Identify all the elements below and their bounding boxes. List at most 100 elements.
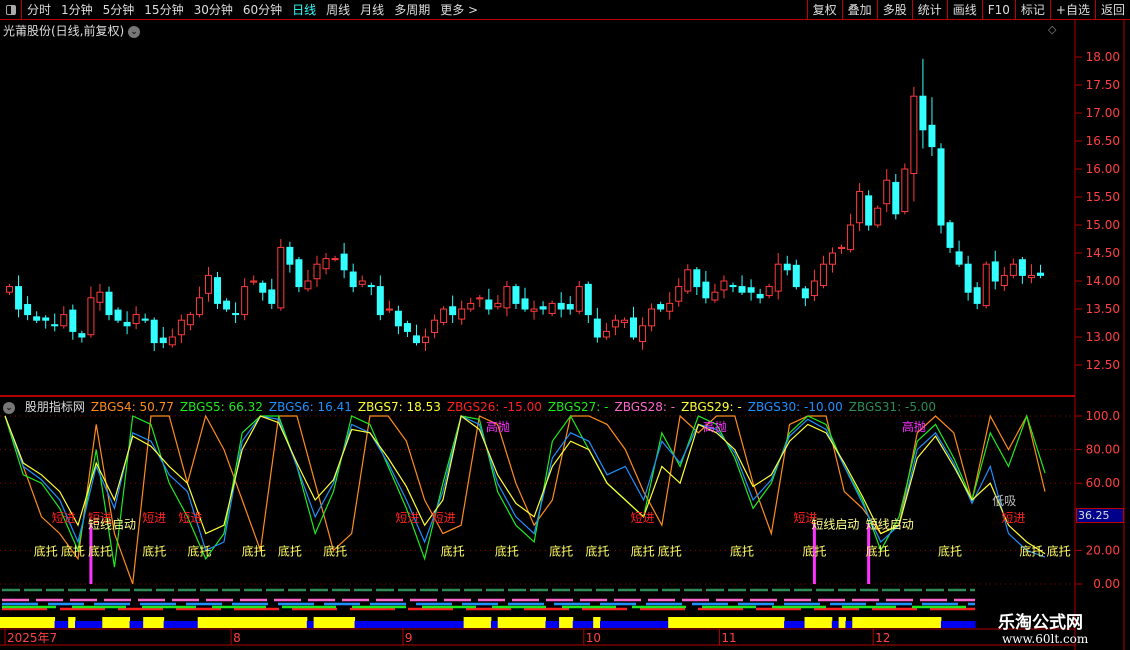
candle [928,124,936,148]
signal-label: 底托 [938,543,962,558]
candle [295,259,303,288]
candle [259,282,267,293]
price-tick-label: 13.50 [1086,302,1120,316]
indicator-tick-label: 20.00 [1086,543,1120,557]
candle [186,314,194,326]
state-bar [375,621,383,628]
state-bar [27,617,35,628]
candle [69,309,77,332]
state-bar [456,621,465,628]
state-bar [313,617,321,628]
state-bar [634,621,642,628]
candle [946,222,954,248]
state-bar [177,621,185,628]
state-bar [136,621,144,628]
state-bar [211,617,219,628]
indicator-name: 股朋指标网 [24,400,85,414]
candle [78,333,86,338]
state-bar [368,621,376,628]
state-bar [715,617,724,628]
state-bar [443,621,451,628]
state-bar [388,621,396,628]
state-bar [600,621,608,628]
state-bar [940,621,949,628]
candle [6,286,14,293]
state-bar [497,617,506,628]
state-bar [279,617,287,628]
candle [494,302,502,308]
indicator-value: ZBGS6: 16.41 [268,400,352,414]
candle [467,302,475,310]
candle [503,286,511,309]
state-bar [790,621,799,628]
signal-label: 底托 [631,543,655,558]
state-bar [859,617,867,628]
candle [1027,274,1035,279]
state-bar [736,617,744,628]
state-bar [620,621,628,628]
candle [557,302,565,310]
state-bar [88,621,96,628]
candle [15,286,23,310]
candle [449,306,457,316]
indicator-value: ZBGS30: -10.00 [747,400,843,414]
state-bar [470,617,478,628]
state-bar [661,621,669,628]
state-bar [688,617,696,628]
state-bar [961,621,969,628]
state-bar [750,617,758,628]
candle [141,318,149,321]
state-bar [225,617,233,628]
state-bar [184,621,192,628]
candle [964,263,972,293]
state-bar [436,621,444,628]
dropdown-icon[interactable]: ⌄ [3,401,15,414]
state-bar [361,621,369,628]
state-bar [218,617,226,628]
state-bar [129,621,137,628]
candle [1009,263,1017,276]
candle [51,324,59,327]
indicator-tick-label: 60.00 [1086,476,1120,490]
candle [42,317,50,321]
signal-label: 底托 [802,543,826,558]
signal-label: 底托 [142,543,166,558]
candle [901,168,909,213]
candle [711,291,719,301]
state-bar [272,617,281,628]
state-bar [252,617,260,628]
candle [657,304,665,310]
state-bar [811,617,819,628]
state-bar [627,621,635,628]
state-bar [150,617,158,628]
candle [150,319,158,344]
signal-label: 底托 [88,543,112,558]
signal-label: 底托 [549,543,573,558]
state-bar [122,617,131,628]
state-bar [204,617,212,628]
state-bar [572,621,581,628]
state-bar [504,617,512,628]
state-bar [579,621,587,628]
candle [277,246,285,309]
state-bar [286,617,294,628]
indicator-value: ZBGS5: 66.32 [179,400,263,414]
state-bar [190,621,199,628]
state-bar [34,617,42,628]
signal-label: 底托 [495,543,519,558]
candle [87,297,95,336]
candle [792,264,800,288]
state-bar [784,621,792,628]
state-bar [102,617,110,628]
candle [96,291,104,303]
state-bar [415,621,424,628]
indicator-value: ZBGS29: - [681,400,742,414]
state-bar [245,617,253,628]
candle [204,274,212,294]
state-bar [552,621,560,628]
chart-canvas[interactable]: ◇ 18.00 17.50 17.00 16.50 16.00 15.50 15.00 14.5… [0,0,1130,650]
candle [611,319,619,328]
signal-label: 短进 [432,511,456,525]
state-bar [647,621,656,628]
candle [801,288,809,299]
